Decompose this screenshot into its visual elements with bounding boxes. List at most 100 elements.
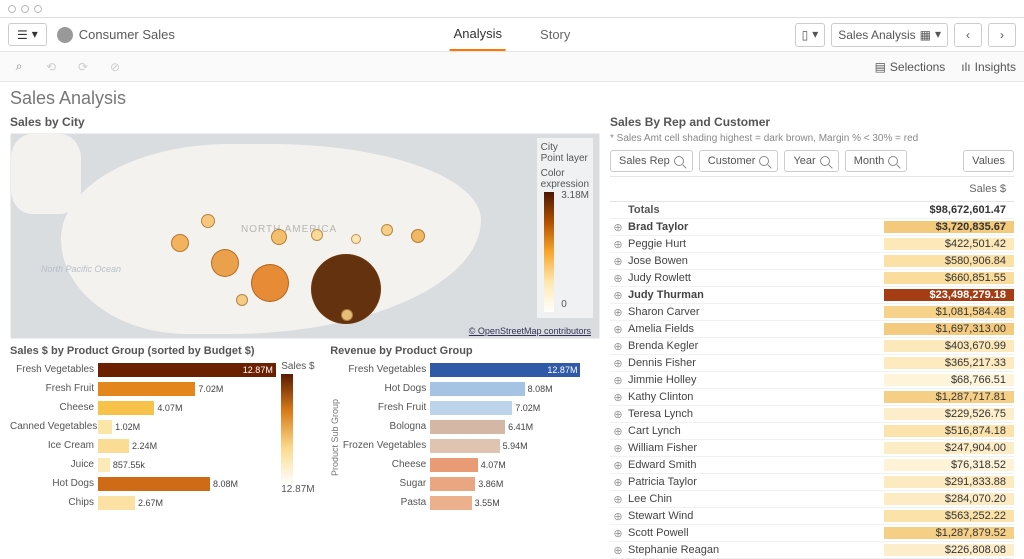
selections-tool[interactable]: ▤Selections xyxy=(875,60,946,74)
table-row[interactable]: ⊕Peggie Hurt$422,501.42 xyxy=(610,236,1014,253)
table-row[interactable]: ⊕Scott Powell$1,287,879.52 xyxy=(610,525,1014,542)
table-row[interactable]: ⊕Lee Chin$284,070.20 xyxy=(610,491,1014,508)
traffic-light-min[interactable] xyxy=(21,5,29,13)
next-sheet-button[interactable]: › xyxy=(988,23,1016,47)
step-forward-icon[interactable]: ⟳ xyxy=(72,56,94,78)
sales-map[interactable]: North Pacific Ocean NORTH AMERICA City P… xyxy=(10,133,600,339)
rep-value: $226,808.08 xyxy=(884,544,1014,556)
chevron-down-icon: ▾ xyxy=(32,27,38,42)
bar-row[interactable]: Ice Cream2.24M xyxy=(10,437,278,454)
rep-value: $291,833.88 xyxy=(884,476,1014,488)
sheet-selector[interactable]: Sales Analysis ▦ ▾ xyxy=(831,23,948,47)
smart-search-icon[interactable]: ⌕ xyxy=(8,56,30,78)
table-row[interactable]: ⊕Dennis Fisher$365,217.33 xyxy=(610,355,1014,372)
traffic-light-close[interactable] xyxy=(8,5,16,13)
expand-icon[interactable]: ⊕ xyxy=(610,527,626,540)
expand-icon[interactable]: ⊕ xyxy=(610,323,626,336)
bar-row[interactable]: Fresh Fruit7.02M xyxy=(10,380,278,397)
bar-value: 3.55M xyxy=(475,496,500,510)
chart-revenue-by-product-group[interactable]: Revenue by Product Group Product Sub Gro… xyxy=(330,345,600,513)
insights-tool[interactable]: ılıInsights xyxy=(961,60,1016,74)
expand-icon[interactable]: ⊕ xyxy=(610,476,626,489)
osm-link[interactable]: © OpenStreetMap contributors xyxy=(469,326,591,336)
filter-customer[interactable]: Customer xyxy=(699,150,779,172)
table-row[interactable]: ⊕Kathy Clinton$1,287,717.81 xyxy=(610,389,1014,406)
rep-table[interactable]: Sales $ Totals $98,672,601.47 ⊕Brad Tayl… xyxy=(610,176,1014,559)
table-row[interactable]: ⊕Amelia Fields$1,697,313.00 xyxy=(610,321,1014,338)
table-row[interactable]: ⊕Stephanie Reagan$226,808.08 xyxy=(610,542,1014,559)
table-row[interactable]: ⊕Cart Lynch$516,874.18 xyxy=(610,423,1014,440)
bar-row[interactable]: Pasta3.55M xyxy=(342,494,582,511)
rep-value: $3,720,835.67 xyxy=(884,221,1014,233)
expand-icon[interactable]: ⊕ xyxy=(610,442,626,455)
filter-month[interactable]: Month xyxy=(845,150,908,172)
expand-icon[interactable]: ⊕ xyxy=(610,391,626,404)
bar-row[interactable]: Cheese4.07M xyxy=(10,399,278,416)
expand-icon[interactable]: ⊕ xyxy=(610,493,626,506)
tab-analysis[interactable]: Analysis xyxy=(450,18,506,51)
rep-name: Teresa Lynch xyxy=(626,408,884,420)
bar-row[interactable]: Hot Dogs8.08M xyxy=(342,380,582,397)
step-back-icon[interactable]: ⟲ xyxy=(40,56,62,78)
tab-story[interactable]: Story xyxy=(536,19,574,50)
table-row[interactable]: ⊕Judy Rowlett$660,851.55 xyxy=(610,270,1014,287)
table-row[interactable]: ⊕Brenda Kegler$403,670.99 xyxy=(610,338,1014,355)
bar-row[interactable]: Bologna6.41M xyxy=(342,418,582,435)
table-row[interactable]: ⊕Edward Smith$76,318.52 xyxy=(610,457,1014,474)
table-row[interactable]: ⊕Brad Taylor$3,720,835.67 xyxy=(610,219,1014,236)
bar-row[interactable]: Juice857.55k xyxy=(10,456,278,473)
bar-row[interactable]: Frozen Vegetables5.94M xyxy=(342,437,582,454)
expand-icon[interactable]: ⊕ xyxy=(610,544,626,557)
values-button[interactable]: Values xyxy=(963,150,1014,172)
bar-row[interactable]: Cheese4.07M xyxy=(342,456,582,473)
rep-name: Brad Taylor xyxy=(626,221,884,233)
expand-icon[interactable]: ⊕ xyxy=(610,221,626,234)
table-row[interactable]: ⊕Patricia Taylor$291,833.88 xyxy=(610,474,1014,491)
bar-label: Bologna xyxy=(342,421,430,432)
nav-menu-button[interactable]: ☰ ▾ xyxy=(8,23,47,46)
table-row[interactable]: ⊕Jimmie Holley$68,766.51 xyxy=(610,372,1014,389)
filter-year[interactable]: Year xyxy=(784,150,838,172)
bar-label: Hot Dogs xyxy=(342,383,430,394)
search-icon xyxy=(820,156,830,166)
rep-name: Stewart Wind xyxy=(626,510,884,522)
bar-row[interactable]: Chips2.67M xyxy=(10,494,278,511)
table-row[interactable]: ⊕Sharon Carver$1,081,584.48 xyxy=(610,304,1014,321)
table-row[interactable]: ⊕William Fisher$247,904.00 xyxy=(610,440,1014,457)
prev-sheet-button[interactable]: ‹ xyxy=(954,23,982,47)
expand-icon[interactable]: ⊕ xyxy=(610,374,626,387)
expand-icon[interactable]: ⊕ xyxy=(610,255,626,268)
bar-label: Juice xyxy=(10,459,98,470)
expand-icon[interactable]: ⊕ xyxy=(610,459,626,472)
bar-label: Frozen Vegetables xyxy=(342,440,430,451)
table-row[interactable]: ⊕Judy Thurman$23,498,279.18 xyxy=(610,287,1014,304)
expand-icon[interactable]: ⊕ xyxy=(610,306,626,319)
bar-row[interactable]: Fresh Vegetables12.87M xyxy=(342,361,582,378)
expand-icon[interactable]: ⊕ xyxy=(610,272,626,285)
bar-row[interactable]: Fresh Fruit7.02M xyxy=(342,399,582,416)
clear-selections-icon[interactable]: ⊘ xyxy=(104,56,126,78)
bookmarks-button[interactable]: ▯▾ xyxy=(795,23,826,47)
table-row[interactable]: ⊕Stewart Wind$563,252.22 xyxy=(610,508,1014,525)
table-row[interactable]: ⊕Jose Bowen$580,906.84 xyxy=(610,253,1014,270)
filter-sales-rep[interactable]: Sales Rep xyxy=(610,150,693,172)
search-icon xyxy=(888,156,898,166)
expand-icon[interactable]: ⊕ xyxy=(610,289,626,302)
rep-value: $563,252.22 xyxy=(884,510,1014,522)
table-row[interactable]: ⊕Teresa Lynch$229,526.75 xyxy=(610,406,1014,423)
bar-row[interactable]: Sugar3.86M xyxy=(342,475,582,492)
expand-icon[interactable]: ⊕ xyxy=(610,238,626,251)
chart-sales-by-product-group[interactable]: Sales $ by Product Group (sorted by Budg… xyxy=(10,345,320,513)
traffic-light-max[interactable] xyxy=(34,5,42,13)
expand-icon[interactable]: ⊕ xyxy=(610,340,626,353)
expand-icon[interactable]: ⊕ xyxy=(610,425,626,438)
bar-row[interactable]: Hot Dogs8.08M xyxy=(10,475,278,492)
expand-icon[interactable]: ⊕ xyxy=(610,408,626,421)
bar-row[interactable]: Fresh Vegetables12.87M xyxy=(10,361,278,378)
bar-row[interactable]: Canned Vegetables1.02M xyxy=(10,418,278,435)
chevron-left-icon: ‹ xyxy=(966,28,970,42)
chart1-title: Sales $ by Product Group (sorted by Budg… xyxy=(10,345,320,357)
col-sales[interactable]: Sales $ xyxy=(884,177,1014,201)
expand-icon[interactable]: ⊕ xyxy=(610,510,626,523)
expand-icon[interactable]: ⊕ xyxy=(610,357,626,370)
